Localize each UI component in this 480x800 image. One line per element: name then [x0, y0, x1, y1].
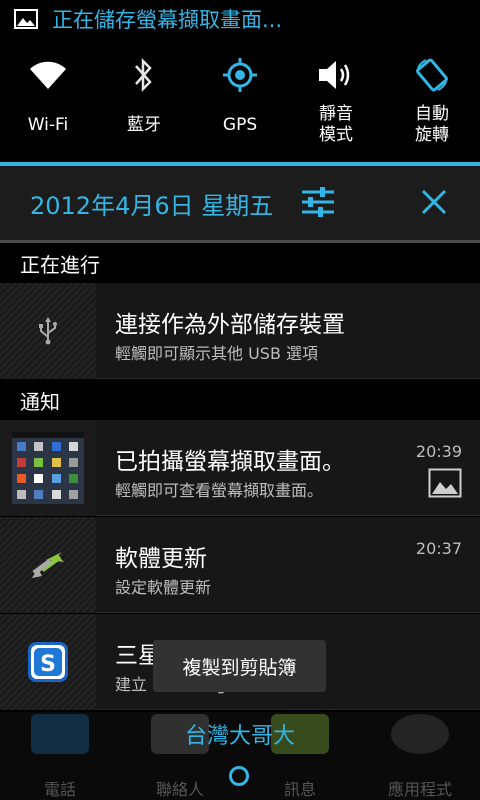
notification-screenshot[interactable]: 已拍攝螢幕擷取畫面。 輕觸即可查看螢幕擷取畫面。 20:39: [0, 420, 480, 516]
quick-setting-auto-rotate[interactable]: 自動 旋轉: [384, 38, 480, 162]
notification-title: 軟體更新: [115, 546, 207, 572]
picture-icon: [14, 9, 38, 29]
close-icon[interactable]: [414, 182, 454, 222]
settings-sliders-icon[interactable]: [298, 182, 338, 222]
quick-setting-bluetooth[interactable]: 藍牙: [96, 38, 192, 162]
notification-icon-box: S: [0, 614, 96, 710]
picture-icon: [428, 468, 462, 498]
date-label: 2012年4月6日 星期五: [30, 191, 274, 220]
sound-icon: [315, 54, 357, 96]
dock-label: 應用程式: [387, 780, 452, 799]
quick-setting-sound[interactable]: 靜音 模式: [288, 38, 384, 162]
usb-icon: [39, 317, 57, 345]
dock-label: 聯絡人: [155, 780, 204, 799]
auto-rotate-icon: [411, 54, 453, 96]
wifi-icon: [27, 54, 69, 96]
section-title-notifications: 通知: [0, 380, 480, 420]
quick-setting-label: 自動 旋轉: [415, 104, 449, 145]
notification-usb[interactable]: 連接作為外部儲存裝置 輕觸即可顯示其他 USB 選項: [0, 283, 480, 379]
notification-icon-box: [0, 283, 96, 379]
notification-subtitle: 輕觸即可顯示其他 USB 選項: [115, 344, 319, 363]
quick-setting-gps[interactable]: GPS: [192, 38, 288, 162]
notification-time: 20:37: [415, 539, 462, 558]
notification-subtitle: 設定軟體更新: [115, 578, 212, 597]
dock-label: 電話: [43, 780, 76, 799]
notification-header: 2012年4月6日 星期五: [0, 166, 480, 240]
samsung-account-icon: S: [28, 642, 68, 682]
dock-label: 訊息: [283, 780, 316, 799]
notification-title: 連接作為外部儲存裝置: [115, 312, 345, 338]
notification-time: 20:39: [415, 442, 462, 461]
status-text: 正在儲存螢幕擷取畫面...: [52, 8, 283, 32]
toast-message: 複製到剪貼簿: [153, 640, 326, 692]
quick-setting-wifi[interactable]: Wi-Fi: [0, 38, 96, 162]
quick-setting-label: 靜音 模式: [319, 104, 353, 145]
quick-setting-label: Wi-Fi: [27, 114, 69, 135]
quick-setting-label: GPS: [222, 114, 258, 135]
quick-setting-label: 藍牙: [127, 114, 161, 135]
section-title-ongoing: 正在進行: [0, 243, 480, 283]
notification-icon-box: [0, 420, 96, 516]
screenshot-thumbnail: [12, 432, 84, 504]
carrier-label: 台灣大哥大: [184, 724, 295, 749]
bluetooth-icon: [123, 54, 165, 96]
quick-settings-panel: Wi-Fi 藍牙 GPS 靜音 模式 自動 旋轉: [0, 38, 480, 162]
drag-handle-icon[interactable]: [229, 766, 249, 786]
software-update-icon: [32, 552, 64, 578]
notification-software-update[interactable]: 軟體更新 設定軟體更新 20:37: [0, 517, 480, 613]
svg-text:S: S: [40, 652, 56, 677]
notification-icon-box: [0, 517, 96, 613]
notification-title: 已拍攝螢幕擷取畫面。: [115, 449, 345, 475]
status-bar: 正在儲存螢幕擷取畫面...: [0, 0, 480, 38]
notification-subtitle: 輕觸即可查看螢幕擷取畫面。: [115, 481, 324, 500]
gps-icon: [219, 54, 261, 96]
